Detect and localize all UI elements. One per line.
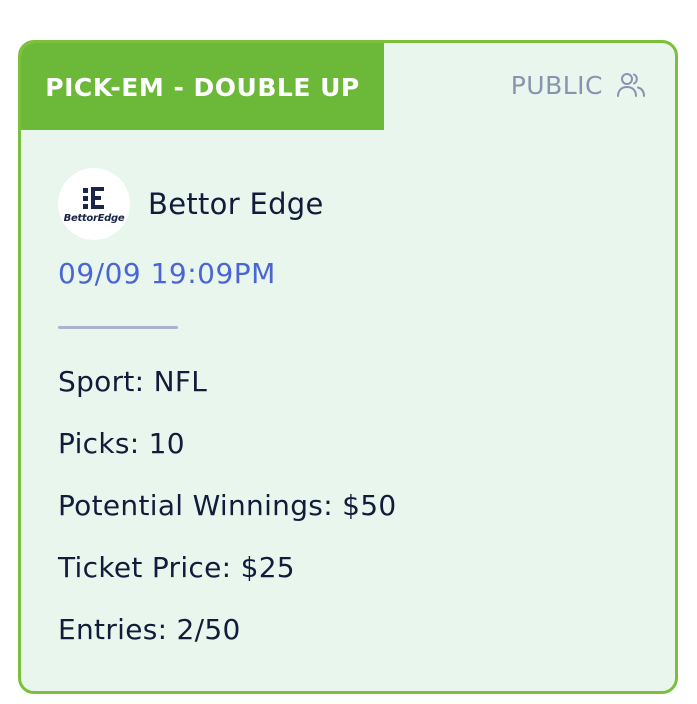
organizer-row[interactable]: BettorEdge Bettor Edge <box>58 168 324 240</box>
detail-ticket-price: Ticket Price: $25 <box>58 551 295 584</box>
detail-entries: Entries: 2/50 <box>58 613 241 646</box>
bettor-edge-logo-icon <box>83 186 104 209</box>
contest-details-list: Sport: NFL Picks: 10 Potential Winnings:… <box>58 361 396 671</box>
logo-wordmark: BettorEdge <box>63 212 125 224</box>
detail-potential-winnings: Potential Winnings: $50 <box>58 489 397 522</box>
visibility-indicator: PUBLIC <box>511 69 647 101</box>
detail-sport: Sport: NFL <box>58 365 208 398</box>
organizer-name: Bettor Edge <box>148 187 324 221</box>
game-type-badge: PICK-EM - DOUBLE UP <box>21 43 384 130</box>
divider <box>58 326 178 329</box>
organizer-logo: BettorEdge <box>58 168 130 240</box>
visibility-label: PUBLIC <box>510 70 603 100</box>
users-icon <box>615 69 647 101</box>
contest-card[interactable]: PICK-EM - DOUBLE UP PUBLIC BettorEdge Be… <box>18 40 678 694</box>
detail-picks: Picks: 10 <box>58 427 185 460</box>
contest-datetime: 09/09 19:09PM <box>58 257 276 290</box>
game-type-label: PICK-EM - DOUBLE UP <box>45 73 360 102</box>
